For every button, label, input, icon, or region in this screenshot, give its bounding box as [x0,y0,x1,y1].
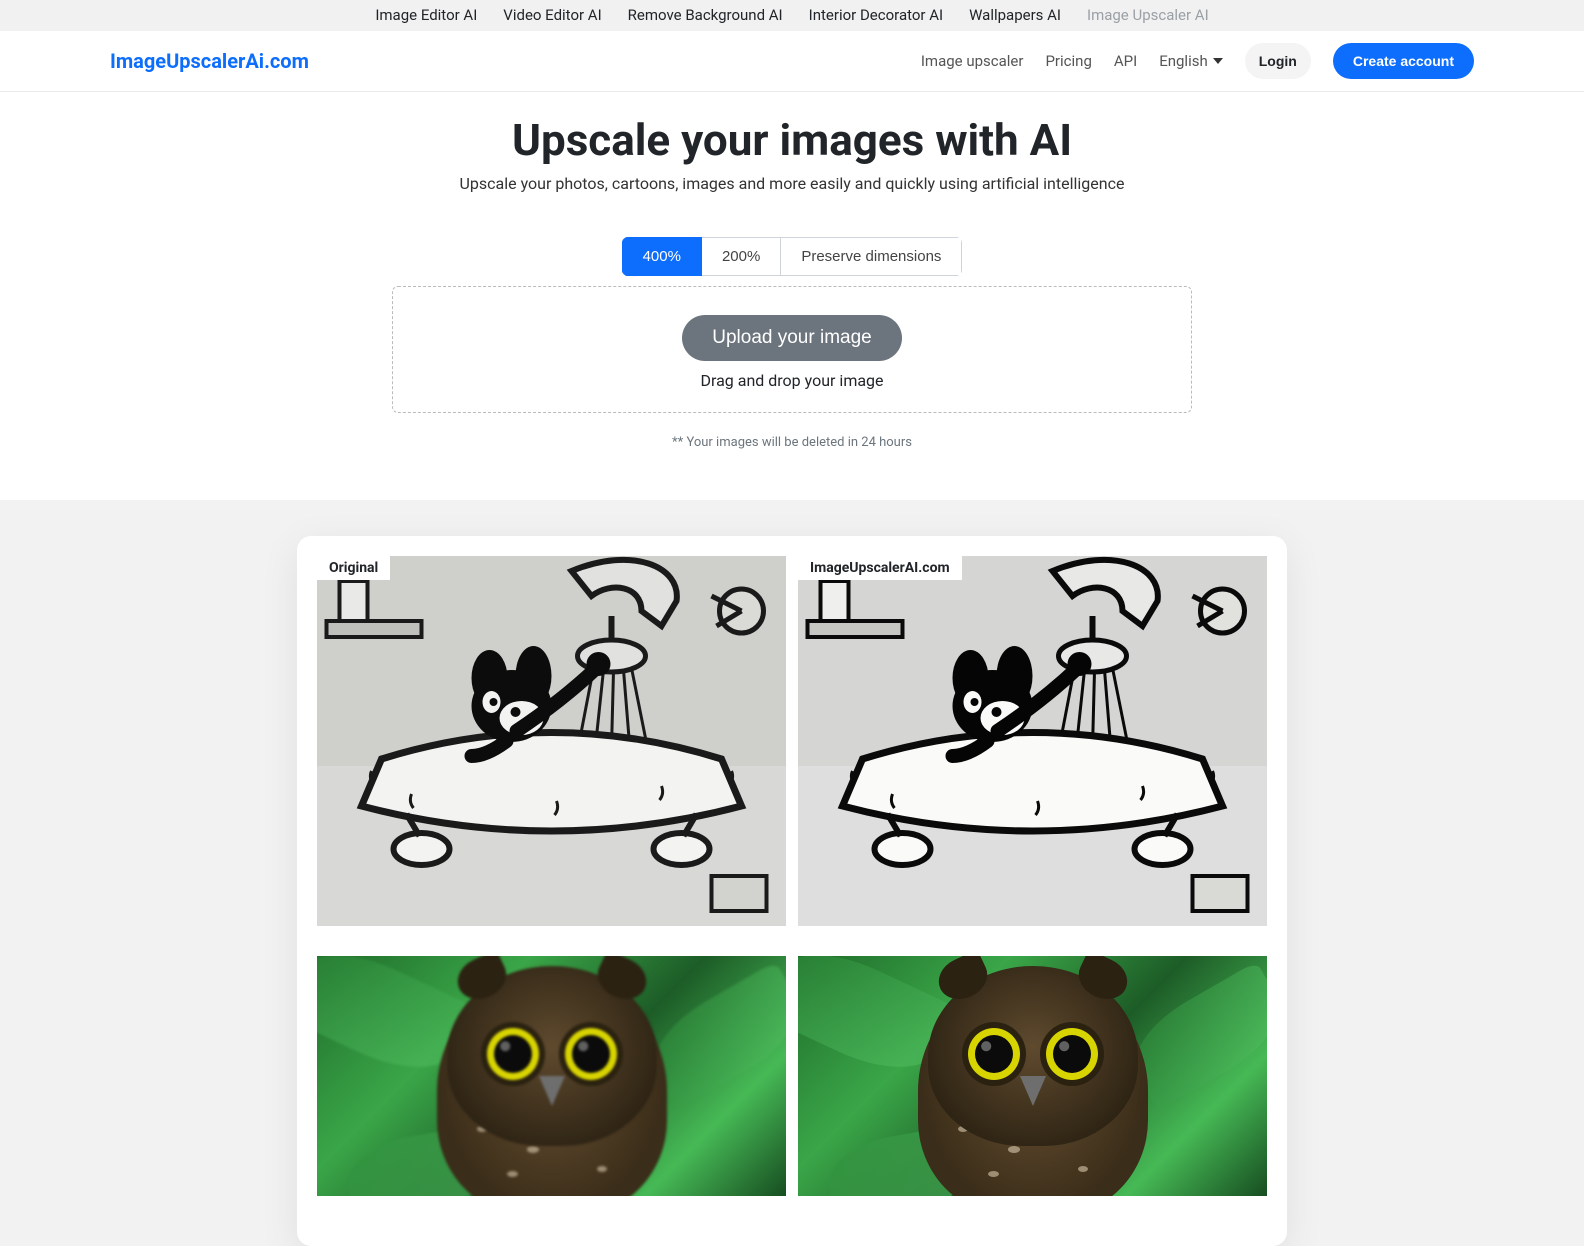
language-label: English [1159,52,1208,70]
create-account-button[interactable]: Create account [1333,43,1474,79]
owl-image-placeholder [317,956,786,1196]
dropzone-text: Drag and drop your image [393,371,1191,390]
nav-link-upscaler[interactable]: Image upscaler [921,52,1024,70]
topbar-link-image-upscaler[interactable]: Image Upscaler AI [1087,6,1209,24]
upload-dropzone[interactable]: Upload your image Drag and drop your ima… [392,286,1192,413]
topbar-link-interior[interactable]: Interior Decorator AI [809,6,943,24]
nav-link-pricing[interactable]: Pricing [1045,52,1091,70]
topbar-link-video-editor[interactable]: Video Editor AI [503,6,601,24]
chevron-down-icon [1213,58,1223,64]
scale-options: 400% 200% Preserve dimensions [622,237,963,276]
example-upscaled-owl: ImageUpscalerAI.com [798,956,1267,1196]
hero-subtitle: Upscale your photos, cartoons, images an… [0,174,1584,193]
examples-card: Original [297,536,1287,1246]
topbar-link-image-editor[interactable]: Image Editor AI [375,6,477,24]
topbar-link-wallpapers[interactable]: Wallpapers AI [969,6,1061,24]
scale-option-preserve[interactable]: Preserve dimensions [781,237,962,276]
example-original-owl: Original [317,956,786,1196]
hero: Upscale your images with AI Upscale your… [0,92,1584,460]
nav-link-api[interactable]: API [1114,52,1137,70]
example-row-owl: Original [317,956,1267,1196]
original-label: Original [317,556,390,580]
language-dropdown[interactable]: English [1159,52,1223,70]
brand-logo[interactable]: ImageUpscalerAi.com [110,49,309,73]
examples-section: Original [0,500,1584,1246]
cartoon-image-placeholder [317,556,786,926]
topbar: Image Editor AI Video Editor AI Remove B… [0,0,1584,31]
upscaled-label: ImageUpscalerAI.com [798,556,962,580]
scale-option-400[interactable]: 400% [622,237,702,276]
owl-image-placeholder [798,956,1267,1196]
cartoon-image-placeholder [798,556,1267,926]
scale-option-200[interactable]: 200% [702,237,781,276]
example-row-cartoon: Original [317,556,1267,926]
topbar-link-remove-bg[interactable]: Remove Background AI [628,6,783,24]
upload-button[interactable]: Upload your image [682,315,901,361]
navbar-right: Image upscaler Pricing API English Login… [921,43,1474,79]
navbar: ImageUpscalerAi.com Image upscaler Prici… [0,31,1584,92]
login-button[interactable]: Login [1245,43,1311,79]
example-original-cartoon: Original [317,556,786,926]
delete-disclaimer: ** Your images will be deleted in 24 hou… [0,435,1584,450]
hero-title: Upscale your images with AI [0,114,1584,166]
example-upscaled-cartoon: ImageUpscalerAI.com [798,556,1267,926]
